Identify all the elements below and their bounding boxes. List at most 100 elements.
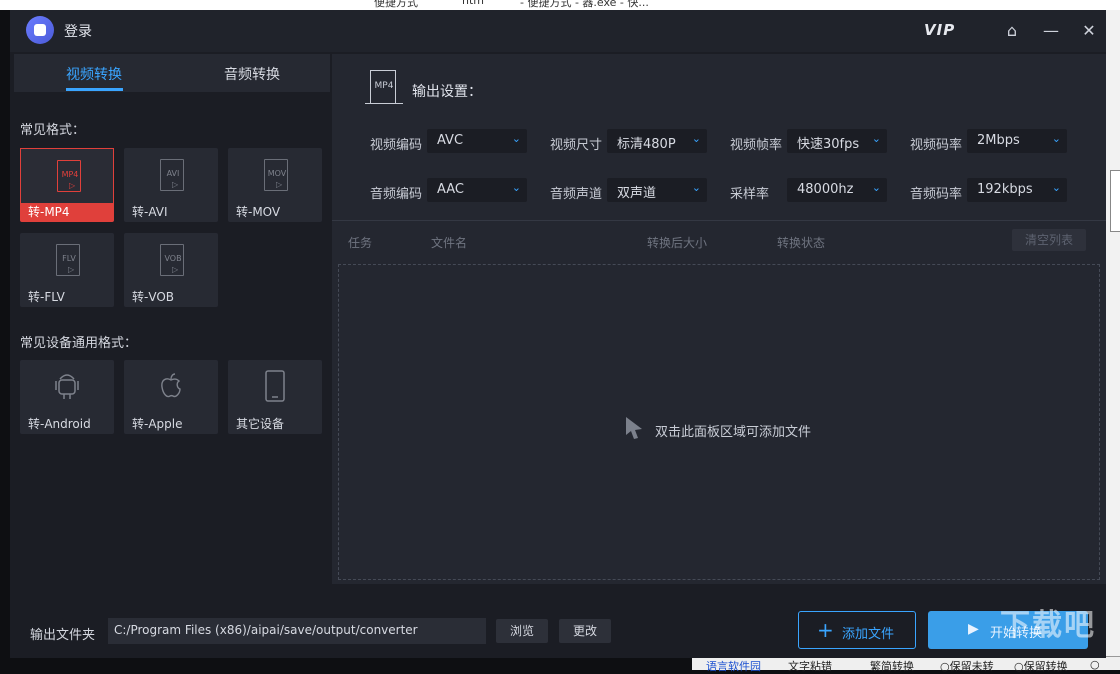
common-formats-heading: 常见格式：	[20, 119, 85, 138]
background-window-edge	[1110, 170, 1120, 232]
chevron-down-icon: ⌄	[1052, 181, 1061, 194]
device-formats-heading: 常见设备通用格式：	[20, 332, 137, 351]
settings-and-queue-panel: MP4 输出设置： 视频编码 AVC⌄ 视频尺寸 标清480P⌄ 视频帧率 快速…	[332, 54, 1106, 584]
desktop-text: ○	[1090, 658, 1100, 671]
tile-label: 其它设备	[236, 415, 284, 432]
login-link[interactable]: 登录	[64, 21, 92, 41]
sample-rate-select[interactable]: 48000hz⌄	[787, 178, 887, 202]
conversion-tabs: 视频转换 音频转换	[14, 54, 330, 92]
active-tab-indicator	[66, 88, 123, 91]
add-file-label: 添加文件	[842, 623, 894, 642]
format-tile-avi[interactable]: AVI 转-AVI	[124, 148, 218, 222]
desktop-text: - 便捷方式 - 器.exe - 快...	[520, 0, 649, 10]
format-tile-mov[interactable]: MOV 转-MOV	[228, 148, 322, 222]
audio-bitrate-select[interactable]: 192kbps⌄	[967, 178, 1067, 202]
format-panel: 视频转换 音频转换 常见格式： MP4 转-MP4 AVI 转-AVI MOV …	[14, 54, 330, 584]
close-icon[interactable]: ✕	[1077, 19, 1101, 43]
avi-file-icon: AVI	[160, 159, 184, 191]
output-settings-title: 输出设置：	[412, 81, 482, 101]
device-tile-android[interactable]: 转-Android	[20, 360, 114, 434]
tile-label: 转-MOV	[236, 203, 280, 220]
plus-icon: +	[817, 618, 834, 642]
video-codec-select[interactable]: AVC⌄	[427, 129, 527, 153]
tile-preview	[228, 360, 322, 416]
tile-preview: VOB	[124, 233, 218, 289]
audio-codec-label: 音频编码	[370, 183, 422, 202]
column-filename: 文件名	[431, 234, 467, 251]
vip-badge[interactable]: VIP	[924, 21, 955, 39]
frame-rate-select[interactable]: 快速30fps⌄	[787, 129, 887, 153]
desktop-text: ○保留转换	[1014, 658, 1068, 674]
column-task: 任务	[348, 234, 372, 251]
chevron-down-icon: ⌄	[692, 181, 701, 194]
minimize-icon[interactable]: —	[1039, 19, 1063, 43]
chevron-down-icon: ⌄	[512, 181, 521, 194]
converter-window: 登录 VIP ⌂ — ✕ 视频转换 音频转换 常见格式： MP4 转-MP4 A…	[10, 10, 1106, 658]
chevron-down-icon: ⌄	[872, 181, 881, 194]
title-bar: 登录 VIP ⌂ — ✕	[10, 10, 1106, 52]
video-bitrate-select[interactable]: 2Mbps⌄	[967, 129, 1067, 153]
desktop-background-right	[1106, 10, 1120, 669]
audio-channel-label: 音频声道	[550, 183, 602, 202]
desktop-text: 语言软件园	[706, 658, 761, 674]
tab-audio-convert[interactable]: 音频转换	[224, 64, 280, 84]
apple-icon	[158, 368, 184, 404]
site-watermark: 下载吧	[1000, 600, 1096, 644]
column-converted-size: 转换后大小	[647, 234, 707, 251]
desktop-background-top: 便捷方式 htm - 便捷方式 - 器.exe - 快...	[0, 0, 1120, 10]
mov-file-icon: MOV	[264, 159, 288, 191]
frame-rate-label: 视频帧率	[730, 134, 782, 153]
phone-icon	[262, 368, 288, 404]
column-status: 转换状态	[777, 234, 825, 251]
format-tile-flv[interactable]: FLV 转-FLV	[20, 233, 114, 307]
format-tile-vob[interactable]: VOB 转-VOB	[124, 233, 218, 307]
tile-label: 转-AVI	[132, 203, 168, 220]
mp4-file-icon: MP4	[57, 160, 81, 192]
format-tile-mp4[interactable]: MP4 转-MP4	[20, 148, 114, 222]
tile-preview: MP4	[20, 148, 114, 204]
android-icon	[54, 368, 80, 404]
chevron-down-icon: ⌄	[872, 132, 881, 145]
desktop-text: 文字粘错	[788, 658, 832, 674]
add-file-button[interactable]: + 添加文件	[798, 611, 916, 649]
device-tile-other[interactable]: 其它设备	[228, 360, 322, 434]
app-logo-icon	[26, 16, 54, 44]
desktop-text: htm	[462, 0, 484, 7]
desktop-text: ○保留未转	[940, 658, 994, 674]
output-folder-label: 输出文件夹	[30, 624, 95, 643]
bottom-bar: 输出文件夹 C:/Program Files (x86)/aipai/save/…	[10, 584, 1106, 658]
desktop-background-bottom: 语言软件园 文字粘错 繁简转换 ○保留未转 ○保留转换 ○	[692, 656, 1120, 670]
audio-codec-select[interactable]: AAC⌄	[427, 178, 527, 202]
output-path-field[interactable]: C:/Program Files (x86)/aipai/save/output…	[108, 618, 486, 644]
desktop-text: 便捷方式	[374, 0, 418, 10]
flv-file-icon: FLV	[56, 244, 80, 276]
file-drop-zone[interactable]: 双击此面板区域可添加文件	[338, 264, 1100, 580]
clear-list-button[interactable]: 清空列表	[1012, 229, 1086, 251]
desktop-text: 繁简转换	[870, 658, 914, 674]
tile-preview	[124, 360, 218, 416]
tile-label: 转-Apple	[132, 415, 183, 432]
tile-label: 转-MP4	[28, 203, 70, 220]
browse-button[interactable]: 浏览	[496, 619, 548, 643]
video-size-select[interactable]: 标清480P⌄	[607, 129, 707, 153]
play-icon: ▶	[968, 621, 979, 637]
tile-label: 转-Android	[28, 415, 91, 432]
audio-bitrate-label: 音频码率	[910, 183, 962, 202]
drop-hint: 双击此面板区域可添加文件	[655, 421, 811, 440]
chevron-down-icon: ⌄	[692, 132, 701, 145]
video-codec-label: 视频编码	[370, 134, 422, 153]
video-bitrate-label: 视频码率	[910, 134, 962, 153]
vob-file-icon: VOB	[160, 244, 184, 276]
cursor-click-icon	[623, 415, 645, 447]
tile-label: 转-FLV	[28, 288, 65, 305]
settings-divider	[332, 220, 1106, 221]
tile-preview	[20, 360, 114, 416]
change-button[interactable]: 更改	[559, 619, 611, 643]
tile-preview: MOV	[228, 148, 322, 204]
audio-channel-select[interactable]: 双声道⌄	[607, 178, 707, 202]
tab-video-convert[interactable]: 视频转换	[66, 64, 122, 84]
home-icon[interactable]: ⌂	[1000, 19, 1024, 43]
video-size-label: 视频尺寸	[550, 134, 602, 153]
chevron-down-icon: ⌄	[1052, 132, 1061, 145]
device-tile-apple[interactable]: 转-Apple	[124, 360, 218, 434]
